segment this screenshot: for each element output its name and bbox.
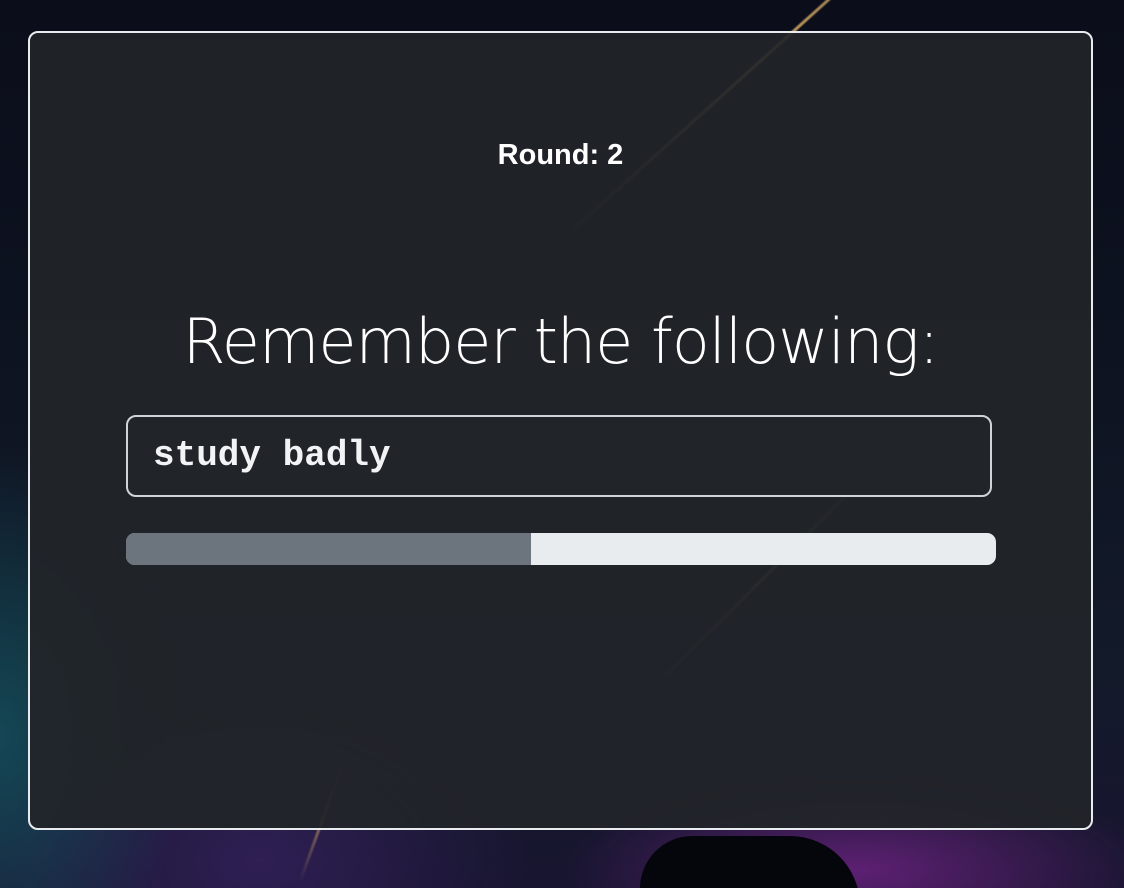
round-counter: Round: 2 xyxy=(497,139,624,171)
phrase-text: study badly xyxy=(153,435,391,476)
timer-progress-fill xyxy=(126,533,531,565)
background-silhouette xyxy=(640,836,860,888)
phrase-display: study badly xyxy=(126,415,992,497)
timer-progress-bar xyxy=(126,533,996,565)
game-card: Round: 2 Remember the following: study b… xyxy=(28,31,1093,830)
memorize-prompt: Remember the following: xyxy=(182,305,940,378)
